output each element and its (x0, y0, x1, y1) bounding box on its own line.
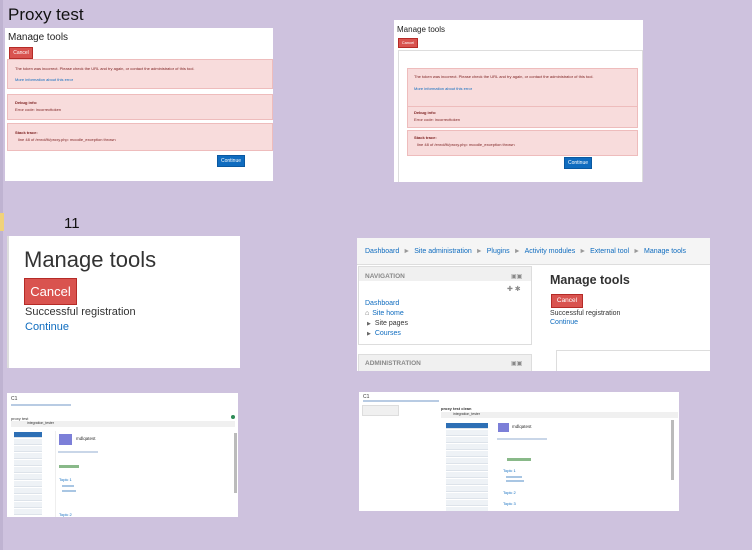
breadcrumb-item[interactable]: Activity modules (525, 248, 576, 255)
continue-link[interactable]: Continue (550, 319, 578, 326)
info-line (58, 451, 98, 453)
debug-info-box: Debug info: Error code: incorrecttoken (407, 106, 638, 128)
manage-tools-heading: Manage tools (550, 273, 630, 287)
debug-text: Error code: incorrecttoken (414, 117, 461, 122)
administration-title: ADMINISTRATION (365, 360, 421, 367)
navigation-title: NAVIGATION (365, 273, 405, 280)
sidebar-menu (446, 422, 488, 511)
cancel-button[interactable]: Cancel (551, 294, 583, 308)
nav-item-dashboard[interactable]: Dashboard (365, 300, 399, 307)
more-info-link[interactable]: More information about this error (414, 86, 472, 91)
stack-title: Stack trace: (15, 130, 38, 135)
error-text: The token was incorrect. Please check th… (414, 74, 594, 79)
debug-title: Debug info: (414, 110, 437, 115)
info-line (497, 438, 547, 440)
frame-edge (7, 236, 9, 368)
topic-3-heading[interactable]: Topic 3 (503, 501, 516, 506)
nav-item-courses[interactable]: ▶ Courses (367, 330, 401, 337)
course-card-title: mdlqatest (512, 424, 532, 429)
breadcrumb-item[interactable]: Plugins (487, 248, 510, 255)
user-name: integration_tester (453, 412, 481, 416)
error-message-box: The token was incorrect. Please check th… (7, 59, 273, 89)
cancel-button[interactable]: Cancel (24, 278, 77, 305)
breadcrumb-item[interactable]: Site administration (414, 248, 472, 255)
manage-tools-heading: Manage tools (397, 25, 446, 34)
topic-1-heading[interactable]: Topic 1 (503, 468, 516, 473)
activity-link[interactable] (506, 476, 522, 478)
user-name: integration_tester (27, 421, 55, 425)
success-message: Successful registration (25, 306, 136, 318)
breadcrumb-item[interactable]: Dashboard (365, 248, 399, 255)
stack-text: line 48 of /enrol/lti/proxy.php: moodle_… (417, 142, 515, 147)
course-image (59, 434, 72, 445)
announcements-link[interactable] (59, 465, 79, 468)
topic-2-heading[interactable]: Topic 2 (503, 490, 516, 495)
manage-tools-heading: Manage tools (8, 32, 69, 43)
breadcrumb-bar: Dashboard ► Site administration ► Plugins ► Ac… (357, 238, 710, 265)
move-icon[interactable]: ✚ ✱ (507, 285, 521, 293)
administration-block: ADMINISTRATION ▣▣ (358, 354, 532, 371)
success-screenshot-large: Manage tools Cancel Successful registrat… (7, 236, 240, 368)
chevron-right-icon: ▶ (367, 320, 371, 327)
user-bar: integration_tester (11, 421, 235, 427)
breadcrumb-item[interactable]: Manage tools (644, 248, 686, 255)
course-content: mdlqatest Topic 1 Topic 2 Topic 3 (495, 420, 675, 510)
user-bar: integration_tester (441, 412, 678, 418)
scrollbar[interactable] (234, 433, 237, 493)
row-number: 11 (64, 215, 80, 232)
status-dot (231, 415, 235, 419)
stack-text: line 48 of /enrol/lti/proxy.php: moodle_… (18, 137, 116, 142)
topic-1-heading[interactable]: Topic 1 (59, 477, 72, 482)
debug-info-box: Debug info: Error code: incorrecttoken (7, 94, 273, 120)
course-screenshot-right: C1 proxy test clean integration_tester m… (359, 392, 679, 511)
chevron-right-icon: ▶ (367, 330, 371, 337)
page-heading: proxy test clean (441, 406, 472, 411)
content-frame (556, 350, 710, 371)
continue-button[interactable]: Continue (217, 155, 245, 167)
success-screenshot-moodle: Dashboard ► Site administration ► Plugins ► Ac… (357, 238, 710, 371)
continue-link[interactable]: Continue (25, 321, 69, 333)
error-screenshot-right: Manage tools Cancel The token was incorr… (394, 20, 643, 182)
course-name: C1 (11, 396, 18, 402)
success-message: Successful registration (550, 310, 621, 317)
error-text: The token was incorrect. Please check th… (15, 66, 195, 71)
error-screenshot-left: Manage tools Cancel The token was incorr… (5, 28, 273, 181)
sidebar-menu (14, 431, 42, 517)
more-info-link[interactable]: More information about this error (15, 77, 73, 82)
course-card-title: mdlqatest (76, 436, 96, 441)
page-title: Proxy test (8, 5, 84, 24)
breadcrumb-line (11, 404, 71, 406)
sheet-row-marker (0, 213, 4, 231)
breadcrumb-line (363, 400, 439, 402)
navigation-block: NAVIGATION ▣▣ ✚ ✱ Dashboard ⌂ Site home ▶… (358, 266, 532, 345)
announcements-link[interactable] (507, 458, 531, 461)
block-controls-icon[interactable]: ▣▣ (511, 360, 522, 367)
topic-2-heading[interactable]: Topic 2 (59, 512, 72, 517)
stack-trace-box: Stack trace: line 48 of /enrol/lti/proxy… (7, 123, 273, 151)
nav-item-site-pages[interactable]: ▶ Site pages (367, 320, 408, 327)
activity-link[interactable] (62, 485, 74, 487)
debug-title: Debug info: (15, 100, 38, 105)
course-screenshot-left: C1 proxy test integration_tester mdlqate… (7, 393, 238, 517)
course-image (498, 423, 509, 432)
cancel-button[interactable]: Cancel (398, 38, 418, 48)
settings-block (362, 405, 399, 416)
scrollbar[interactable] (671, 420, 674, 480)
manage-tools-heading: Manage tools (24, 247, 157, 272)
activity-link[interactable] (62, 490, 76, 492)
debug-text: Error code: incorrecttoken (15, 107, 62, 112)
course-content: mdlqatest Topic 1 Topic 2 (55, 431, 238, 517)
breadcrumb-item[interactable]: External tool (590, 248, 629, 255)
stack-trace-box: Stack trace: line 48 of /enrol/lti/proxy… (407, 130, 638, 156)
cancel-button[interactable]: Cancel (9, 47, 33, 59)
stack-title: Stack trace: (414, 135, 437, 140)
activity-link[interactable] (506, 480, 524, 482)
breadcrumb: Dashboard ► Site administration ► Plugins ► Ac… (365, 248, 687, 255)
nav-item-site-home[interactable]: ⌂ Site home (365, 310, 404, 317)
sheet-left-border (0, 0, 3, 550)
home-icon: ⌂ (365, 310, 370, 317)
continue-button[interactable]: Continue (564, 157, 592, 169)
block-controls-icon[interactable]: ▣▣ (511, 273, 522, 280)
